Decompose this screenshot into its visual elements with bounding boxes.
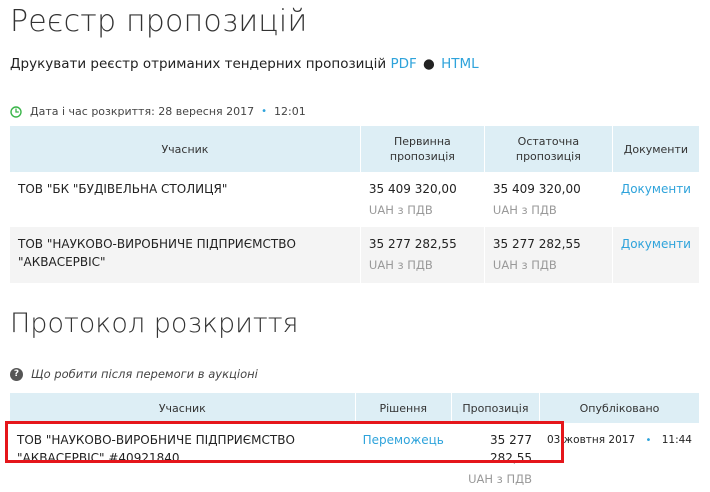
published-date: 03 жовтня 2017 — [546, 434, 636, 446]
clock-icon — [10, 105, 22, 118]
html-link[interactable]: HTML — [441, 56, 479, 72]
opening-time: 12:01 — [274, 105, 306, 118]
time-separator-dot: • — [261, 106, 268, 117]
table-row: ТОВ "БК "БУДІВЕЛЬНА СТОЛИЦЯ" 35 409 320,… — [10, 172, 701, 227]
participant-cell: ТОВ "НАУКОВО-ВИРОБНИЧЕ ПІДПРИЄМСТВО "АКВ… — [10, 227, 361, 283]
col-documents: Документи — [612, 126, 701, 172]
documents-cell: Документи — [612, 172, 701, 227]
col-participant: Учасник — [10, 393, 356, 423]
participant-cell: ТОВ "НАУКОВО-ВИРОБНИЧЕ ПІДПРИЄМСТВО "АКВ… — [10, 423, 356, 492]
col-published: Опубліковано — [539, 393, 701, 423]
published-time: 11:44 — [661, 434, 692, 446]
documents-cell: Документи — [612, 227, 701, 283]
participant-cell: ТОВ "БК "БУДІВЕЛЬНА СТОЛИЦЯ" — [10, 172, 361, 227]
col-final-offer: Остаточна пропозиція — [484, 126, 613, 172]
col-offer: Пропозиція — [451, 393, 540, 423]
registry-title: Реєстр пропозицій — [10, 4, 308, 39]
opening-label: Дата і час розкриття: 28 вересня 2017 — [30, 105, 255, 118]
table-row: ТОВ "НАУКОВО-ВИРОБНИЧЕ ПІДПРИЄМСТВО "АКВ… — [10, 423, 701, 492]
final-offer-cell: 35 409 320,00 UAH з ПДВ — [484, 172, 613, 227]
table-row: ТОВ "НАУКОВО-ВИРОБНИЧЕ ПІДПРИЄМСТВО "АКВ… — [10, 227, 701, 283]
initial-offer-cell: 35 277 282,55 UAH з ПДВ — [360, 227, 485, 283]
published-cell: 03 жовтня 2017 • 11:44 — [539, 423, 701, 492]
print-registry-line: Друкувати реєстр отриманих тендерних про… — [10, 56, 479, 72]
winner-link[interactable]: Переможець — [363, 433, 444, 447]
col-decision: Рішення — [355, 393, 452, 423]
pdf-link[interactable]: PDF — [390, 56, 416, 72]
registry-header-row: Учасник Первинна пропозиція Остаточна пр… — [10, 126, 701, 172]
decision-cell: Переможець — [355, 423, 452, 492]
question-icon: ? — [10, 367, 23, 381]
documents-link[interactable]: Документи — [621, 182, 691, 196]
final-offer-cell: 35 277 282,55 UAH з ПДВ — [484, 227, 613, 283]
col-participant: Учасник — [10, 126, 361, 172]
opening-datetime: Дата і час розкриття: 28 вересня 2017 • … — [10, 105, 306, 118]
initial-offer-cell: 35 409 320,00 UAH з ПДВ — [360, 172, 485, 227]
help-line[interactable]: ? Що робити після перемоги в аукціоні — [10, 367, 258, 381]
protocol-header-row: Учасник Рішення Пропозиція Опубліковано — [10, 393, 701, 423]
registry-table: Учасник Первинна пропозиція Остаточна пр… — [10, 126, 701, 283]
protocol-table: Учасник Рішення Пропозиція Опубліковано … — [10, 393, 701, 492]
separator: ● — [423, 56, 435, 72]
offer-cell: 35 277 282,55 UAH з ПДВ — [451, 423, 540, 492]
print-text: Друкувати реєстр отриманих тендерних про… — [10, 56, 387, 72]
protocol-title: Протокол розкриття — [10, 308, 299, 339]
help-text[interactable]: Що робити після перемоги в аукціоні — [31, 367, 258, 381]
time-separator-dot: • — [645, 435, 652, 446]
documents-link[interactable]: Документи — [621, 237, 691, 251]
col-initial-offer: Первинна пропозиція — [360, 126, 485, 172]
